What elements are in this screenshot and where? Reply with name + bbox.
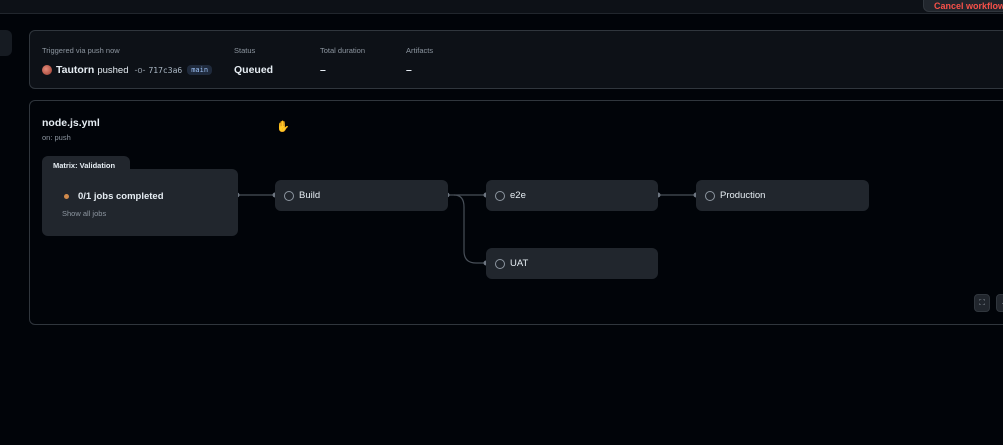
duration-value: – <box>320 64 326 76</box>
trigger-value: Tautorn pushed -o- 717c3a6 main <box>42 64 213 76</box>
duration-label: Total duration <box>320 46 366 55</box>
zoom-icon[interactable]: − <box>996 294 1003 312</box>
job-label: Production <box>720 190 766 201</box>
job-build[interactable]: Build <box>275 180 448 211</box>
pending-circle-icon <box>705 190 715 201</box>
matrix-status: 0/1 jobs completed <box>64 191 164 202</box>
action-text: pushed <box>97 64 129 76</box>
status-value: Queued <box>234 64 274 76</box>
matrix-status-text: 0/1 jobs completed <box>78 191 164 202</box>
job-e2e[interactable]: e2e <box>486 180 658 211</box>
workflow-trigger: on: push <box>42 133 71 142</box>
connector-build-uat <box>453 194 485 264</box>
status-label: Status <box>234 46 256 55</box>
workflow-graph: node.js.yml on: push ✋ Matrix: Validatio… <box>29 100 1003 325</box>
user-link[interactable]: Tautorn <box>56 64 94 76</box>
status-column: Status Queued <box>234 46 273 76</box>
run-summary: Triggered via push now Tautorn pushed -o… <box>29 30 1003 89</box>
artifacts-value: – <box>406 64 412 76</box>
commit-icon: -o- <box>134 65 146 75</box>
job-label: UAT <box>510 258 529 269</box>
job-label: e2e <box>510 190 526 201</box>
top-bar: Cancel workflow <box>0 0 1003 14</box>
cancel-workflow-button[interactable]: Cancel workflow <box>923 0 1003 12</box>
branch-badge[interactable]: main <box>187 65 213 75</box>
avatar[interactable] <box>42 65 52 75</box>
pending-circle-icon <box>495 258 505 269</box>
pending-circle-icon <box>284 190 294 201</box>
job-uat[interactable]: UAT <box>486 248 658 279</box>
artifacts-label: Artifacts <box>406 46 434 55</box>
trigger-label: Triggered via push now <box>42 46 120 55</box>
pending-circle-icon <box>495 190 505 201</box>
job-production[interactable]: Production <box>696 180 869 211</box>
workflow-file-name: node.js.yml <box>42 117 100 129</box>
commit-link[interactable]: 717c3a6 <box>148 66 182 75</box>
show-all-jobs-link[interactable]: Show all jobs <box>62 209 106 218</box>
sidebar-edge[interactable] <box>0 30 12 56</box>
duration-column: Total duration – <box>320 46 365 76</box>
artifacts-column: Artifacts – <box>406 46 433 76</box>
hand-cursor-icon: ✋ <box>276 121 290 133</box>
trigger-column: Triggered via push now Tautorn pushed -o… <box>42 46 213 76</box>
queued-status-icon <box>64 194 69 199</box>
fullscreen-icon[interactable]: ⛶ <box>974 294 990 312</box>
job-label: Build <box>299 190 321 201</box>
matrix-validation-node[interactable]: 0/1 jobs completed Show all jobs <box>42 169 238 236</box>
